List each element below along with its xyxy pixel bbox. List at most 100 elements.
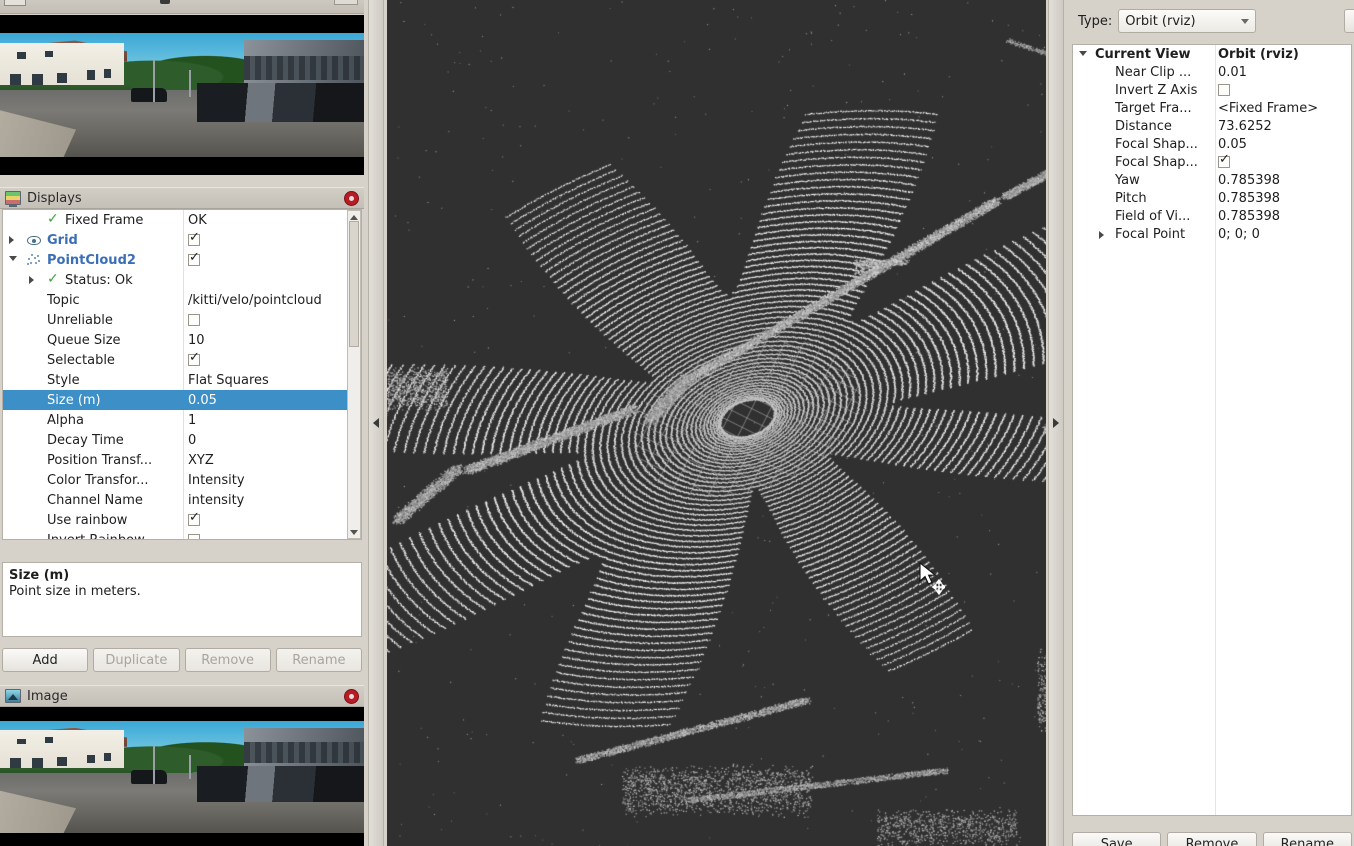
pointcloud-icon [27, 254, 41, 266]
image-panel: Image [0, 685, 364, 846]
left-panel-collapse-handle[interactable] [368, 0, 384, 846]
row-value[interactable] [1218, 152, 1230, 170]
view-row-pitch[interactable]: Pitch 0.785398 [1073, 189, 1351, 207]
display-row-alpha[interactable]: Alpha 1 [3, 410, 361, 430]
save-button[interactable]: Save [1072, 832, 1162, 846]
row-label: Alpha [47, 412, 84, 428]
view-type-value: Orbit (rviz) [1125, 13, 1196, 29]
displays-panel-header: Displays [0, 187, 364, 209]
left-dock: Displays ✓ Fixed Frame OK Grid PointCloud2 ✓ S… [0, 0, 364, 846]
row-label: Position Transf... [47, 452, 153, 468]
chevron-down-icon[interactable] [1079, 51, 1087, 56]
checkbox[interactable] [188, 314, 200, 326]
checkbox[interactable] [188, 534, 200, 539]
checkbox[interactable] [188, 250, 200, 266]
row-label: Field of Vi... [1115, 208, 1191, 224]
row-label: Distance [1115, 118, 1172, 134]
display-row-use-rainbow[interactable]: Use rainbow [3, 510, 361, 530]
row-value[interactable] [1218, 83, 1230, 98]
displays-button-row: Add Duplicate Remove Rename [2, 648, 362, 672]
checkbox[interactable] [1218, 152, 1230, 168]
row-value[interactable] [188, 250, 200, 268]
display-row-position-transf[interactable]: Position Transf... XYZ [3, 450, 361, 470]
row-value[interactable] [188, 510, 200, 528]
display-row-style[interactable]: Style Flat Squares [3, 370, 361, 390]
camera-image-bottom [0, 707, 364, 846]
checkbox[interactable] [188, 510, 200, 526]
pointcloud-canvas[interactable] [387, 0, 1046, 846]
chevron-right-icon[interactable] [1053, 418, 1059, 428]
checkbox[interactable] [188, 230, 200, 246]
close-icon[interactable] [344, 190, 359, 206]
view-row-target-fra[interactable]: Target Fra... <Fixed Frame> [1073, 99, 1351, 117]
row-label: Color Transfor... [47, 472, 149, 488]
chevron-right-icon[interactable] [9, 236, 14, 244]
view-row-yaw[interactable]: Yaw 0.785398 [1073, 171, 1351, 189]
row-value: 0.785398 [1218, 190, 1281, 206]
parked-car-left [131, 87, 168, 103]
display-row-topic[interactable]: Topic/kitti/velo/pointcloud [3, 290, 361, 310]
image-panel-header: Image [0, 685, 364, 707]
display-row-queue-size[interactable]: Queue Size 10 [3, 330, 361, 350]
zero-button[interactable]: Zero [1344, 9, 1354, 33]
status-ok-icon: ✓ [47, 211, 59, 227]
view-row-field-of-vi[interactable]: Field of Vi... 0.785398 [1073, 207, 1351, 225]
display-row-fixed-frame[interactable]: ✓ Fixed Frame OK [3, 210, 361, 230]
row-value[interactable] [188, 533, 200, 539]
view-row-focal-point[interactable]: Focal Point 0; 0; 0 [1073, 225, 1351, 243]
checkbox[interactable] [188, 350, 200, 366]
parked-car-left [131, 770, 168, 784]
display-row-status-ok[interactable]: ✓ Status: Ok [3, 270, 361, 290]
view-row-focal-shap[interactable]: Focal Shap... [1073, 152, 1351, 171]
row-value[interactable] [188, 230, 200, 248]
view-row-focal-shap[interactable]: Focal Shap... 0.05 [1073, 135, 1351, 153]
checkbox[interactable] [1218, 84, 1230, 96]
remove-button[interactable]: Remove [1167, 832, 1257, 846]
row-value[interactable] [188, 350, 200, 368]
close-icon[interactable] [344, 688, 359, 704]
display-row-unreliable[interactable]: Unreliable [3, 310, 361, 330]
header-stub-right [334, 0, 358, 5]
row-label: Focal Point [1115, 226, 1186, 242]
chevron-left-icon[interactable] [373, 418, 379, 428]
view-row-near-clip[interactable]: Near Clip ... 0.01 [1073, 63, 1351, 81]
add-button[interactable]: Add [2, 648, 89, 672]
row-label: Grid [47, 232, 78, 248]
display-row-decay-time[interactable]: Decay Time 0 [3, 430, 361, 450]
displays-tree[interactable]: ✓ Fixed Frame OK Grid PointCloud2 ✓ Status: Ok… [2, 209, 362, 540]
displays-scrollbar[interactable] [347, 210, 361, 539]
display-row-selectable[interactable]: Selectable [3, 350, 361, 370]
chevron-right-icon[interactable] [1099, 231, 1104, 239]
view-properties-tree[interactable]: Current View Orbit (rviz) Near Clip ... 0.0… [1072, 44, 1352, 816]
row-value: Flat Squares [188, 372, 269, 388]
eye-icon [27, 236, 41, 245]
display-row-size-m[interactable]: Size (m) 0.05 [3, 390, 361, 410]
scrollbar-thumb[interactable] [349, 221, 359, 347]
render-viewport-3d[interactable] [387, 0, 1046, 846]
rviz-window: Displays ✓ Fixed Frame OK Grid PointCloud2 ✓ S… [0, 0, 1354, 846]
right-panel-collapse-handle[interactable] [1048, 0, 1064, 846]
parked-cars-right [196, 82, 364, 123]
display-row-grid[interactable]: Grid [3, 230, 361, 250]
display-row-color-transfor[interactable]: Color Transfor... Intensity [3, 470, 361, 490]
display-row-invert-rainbow[interactable]: Invert Rainbow [3, 530, 361, 539]
view-type-select[interactable]: Orbit (rviz) [1118, 9, 1257, 33]
chevron-down-icon[interactable] [1241, 18, 1250, 24]
scroll-down-icon[interactable] [349, 527, 359, 537]
chevron-down-icon[interactable] [9, 256, 17, 261]
row-value: OK [188, 212, 207, 228]
row-label: Style [47, 372, 80, 388]
view-row-invert-z-axis[interactable]: Invert Z Axis [1073, 81, 1351, 99]
view-row-distance[interactable]: Distance 73.6252 [1073, 117, 1351, 135]
view-row-current-view[interactable]: Current View Orbit (rviz) [1073, 45, 1351, 63]
display-row-pointcloud2[interactable]: PointCloud2 [3, 250, 361, 270]
chevron-right-icon[interactable] [29, 276, 34, 284]
row-value: intensity [188, 492, 245, 508]
row-value[interactable] [188, 313, 200, 328]
row-value: <Fixed Frame> [1218, 100, 1319, 116]
row-label: Target Fra... [1115, 100, 1192, 116]
row-label: Focal Shap... [1115, 154, 1198, 170]
rename-button[interactable]: Rename [1262, 832, 1352, 846]
row-label: Fixed Frame [65, 212, 144, 228]
display-row-channel-name[interactable]: Channel Name intensity [3, 490, 361, 510]
